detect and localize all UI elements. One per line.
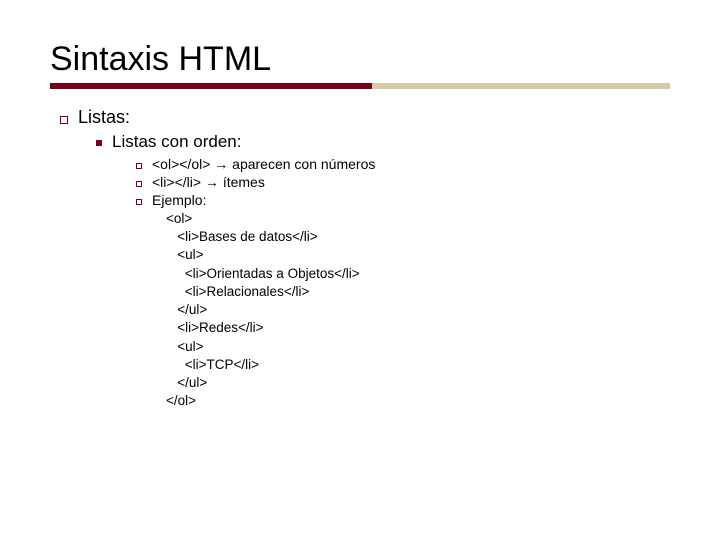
lvl3-text: <ol></ol> → aparecen con números xyxy=(152,156,375,172)
list-item-lvl1: Listas: xyxy=(60,107,670,128)
list-item-lvl3: Ejemplo: xyxy=(136,192,670,208)
lvl3-text: <li></li> → ítemes xyxy=(152,174,265,190)
code-line: <li>TCP</li> xyxy=(166,356,670,374)
slide-title: Sintaxis HTML xyxy=(50,40,670,79)
square-bullet-icon xyxy=(136,199,142,205)
code-line: </ol> xyxy=(166,392,670,410)
square-bullet-icon xyxy=(136,163,142,169)
list-item-lvl3: <li></li> → ítemes xyxy=(136,174,670,190)
title-underline xyxy=(50,83,670,89)
square-bullet-icon xyxy=(136,181,142,187)
list-item-lvl2: Listas con orden: xyxy=(96,132,670,152)
code-line: </ul> xyxy=(166,374,670,392)
code-example: <ol> <li>Bases de datos</li> <ul> <li>Or… xyxy=(166,210,670,410)
code-line: <li>Relacionales</li> xyxy=(166,283,670,301)
lvl2-text: Listas con orden: xyxy=(112,132,241,151)
code-line: <li>Orientadas a Objetos</li> xyxy=(166,265,670,283)
code-line: </ul> xyxy=(166,301,670,319)
lvl1-text: Listas: xyxy=(78,107,130,127)
code-line: <li>Bases de datos</li> xyxy=(166,228,670,246)
square-bullet-icon xyxy=(60,116,68,124)
code-line: <li>Redes</li> xyxy=(166,319,670,337)
code-line: <ol> xyxy=(166,210,670,228)
square-bullet-icon xyxy=(96,140,102,146)
list-item-lvl3: <ol></ol> → aparecen con números xyxy=(136,156,670,172)
lvl3-text: Ejemplo: xyxy=(152,192,206,208)
code-line: <ul> xyxy=(166,246,670,264)
code-line: <ul> xyxy=(166,338,670,356)
